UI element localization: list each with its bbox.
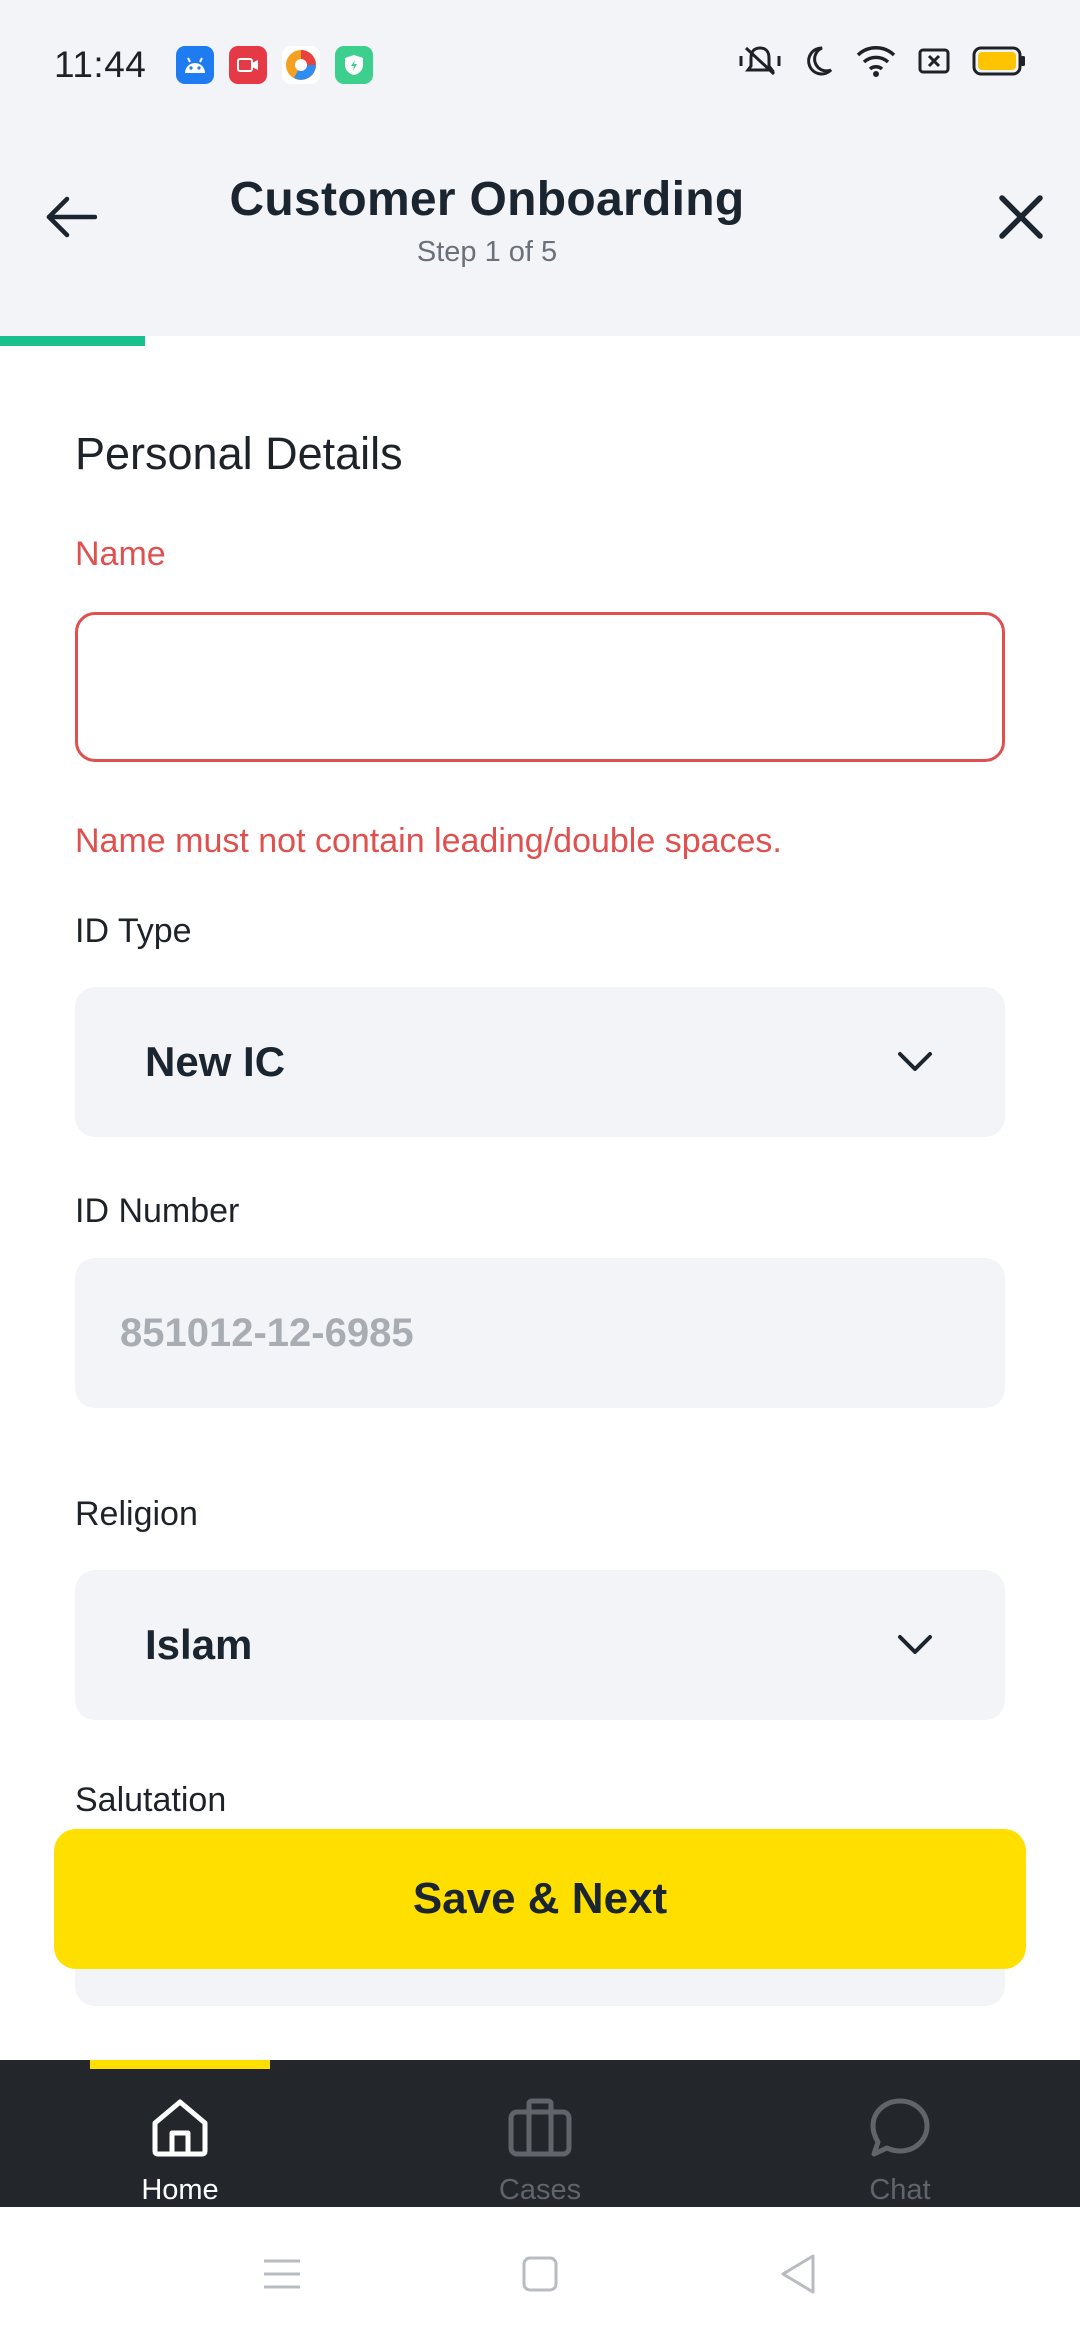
customer-onboarding-screen: 11:44 Customer Onboarding Step 1 of 5 Pe…: [0, 0, 1080, 2340]
religion-label: Religion: [75, 1495, 198, 1533]
nav-item-cases[interactable]: Cases: [360, 2060, 720, 2207]
close-icon: [999, 195, 1043, 239]
system-navigation-bar: [0, 2207, 1080, 2340]
id-number-label: ID Number: [75, 1192, 240, 1230]
page-title: Customer Onboarding: [229, 173, 745, 226]
menu-icon[interactable]: [258, 2250, 306, 2298]
step-progress-fill: [0, 336, 145, 346]
active-tab-indicator: [90, 2060, 270, 2069]
home-square-icon[interactable]: [516, 2250, 564, 2298]
name-label: Name: [75, 535, 166, 573]
id-number-input[interactable]: [75, 1258, 1005, 1408]
wifi-icon: [856, 45, 896, 82]
shield-app-icon: [335, 46, 373, 84]
chat-bubble-icon: [867, 2096, 933, 2160]
step-progress-bar: [0, 336, 1080, 346]
android-app-icon: [176, 46, 214, 84]
app-header: Customer Onboarding Step 1 of 5: [0, 130, 1080, 336]
battery-icon: [972, 46, 1026, 81]
screen-record-icon: [229, 46, 267, 84]
system-status-icons: [738, 44, 1026, 83]
name-input[interactable]: [75, 612, 1005, 762]
name-error-message: Name must not contain leading/double spa…: [75, 822, 782, 860]
nav-item-chat[interactable]: Chat: [720, 2060, 1080, 2207]
no-sim-icon: [918, 47, 950, 80]
id-type-label: ID Type: [75, 912, 192, 950]
browser-app-icon: [282, 46, 320, 84]
back-triangle-icon[interactable]: [774, 2250, 822, 2298]
status-time: 11:44: [54, 44, 147, 85]
nav-item-home[interactable]: Home: [0, 2060, 360, 2207]
nav-label-chat: Chat: [869, 2174, 931, 2206]
nav-label-home: Home: [141, 2174, 219, 2206]
do-not-disturb-icon: [804, 45, 834, 82]
section-title: Personal Details: [75, 428, 403, 479]
chevron-down-icon: [895, 1625, 935, 1665]
home-icon: [147, 2096, 213, 2160]
id-type-value: New IC: [145, 1038, 286, 1085]
notification-icons: [176, 46, 373, 84]
salutation-label: Salutation: [75, 1781, 227, 1819]
save-next-button[interactable]: Save & Next: [54, 1829, 1026, 1969]
bottom-navigation: Home Cases Chat: [0, 2060, 1080, 2207]
vibrate-off-icon: [738, 44, 782, 83]
religion-value: Islam: [145, 1621, 253, 1668]
religion-select[interactable]: Islam: [75, 1570, 1005, 1720]
step-indicator: Step 1 of 5: [416, 236, 558, 268]
close-button[interactable]: [986, 182, 1056, 252]
id-type-select[interactable]: New IC: [75, 987, 1005, 1137]
chevron-down-icon: [895, 1042, 935, 1082]
status-bar: 11:44: [0, 0, 1080, 130]
briefcase-icon: [507, 2096, 573, 2160]
nav-label-cases: Cases: [498, 2174, 582, 2206]
